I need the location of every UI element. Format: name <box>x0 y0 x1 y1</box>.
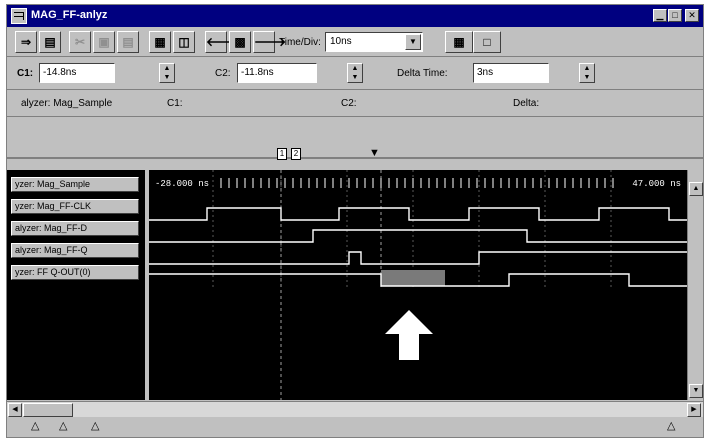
find-button[interactable]: ▩ <box>229 31 251 53</box>
analyzer-info-row: alyzer: Mag_Sample C1: C2: Delta: <box>7 91 703 117</box>
time-div-select[interactable]: 10ns ▼ <box>325 32 423 52</box>
marker-up-icon[interactable]: △ <box>31 420 39 432</box>
zoom-fit-icon: ▦ <box>154 35 166 49</box>
copy-button[interactable]: ▣ <box>93 31 115 53</box>
signal-options-button[interactable]: ▤ <box>39 31 61 53</box>
cut-button[interactable]: ✂ <box>69 31 91 53</box>
info-c1: C1: <box>167 98 183 109</box>
cursor-bar: C1: -14.8ns ▲ ▼ C2: -11.8ns ▲ ▼ Delta Time… <box>7 58 703 90</box>
analyzer-window: MAG_FF-anlyz ▁ □ ✕ ⇒ ▤ ✂ ▣ ▤ ▦ ◫ 🡐 ▩ 🡒 T… <box>6 4 704 438</box>
marker-up-icon[interactable]: △ <box>667 420 675 432</box>
window-view-icon: ◫ <box>178 35 190 49</box>
close-icon: ✕ <box>688 10 696 20</box>
binoculars-icon: ▩ <box>234 35 246 49</box>
waveform-display[interactable]: -28.000 ns 47.000 ns <box>149 170 687 400</box>
maximize-icon: □ <box>672 10 678 20</box>
signal-label[interactable]: yzer: Mag_FF-CLK <box>11 199 139 214</box>
signal-label[interactable]: alyzer: Mag_FF-Q <box>11 243 139 258</box>
window-title: MAG_FF-anlyz <box>31 9 108 21</box>
zoom-out-button[interactable]: □ <box>473 31 501 53</box>
spinner-icon: ▲ ▼ <box>163 65 171 81</box>
minimize-icon: ▁ <box>656 10 664 20</box>
horizontal-scrollbar[interactable]: ◀ ▶ <box>7 401 703 417</box>
paste-icon: ▤ <box>122 35 134 49</box>
signal-label[interactable]: yzer: FF Q-OUT(0) <box>11 265 139 280</box>
marker-track <box>7 157 703 159</box>
vertical-scrollbar[interactable]: ▲ ▼ <box>687 170 703 400</box>
c1-spinner[interactable]: ▲ ▼ <box>159 63 175 83</box>
up-arrow-icon <box>385 310 433 360</box>
sample-ticks <box>220 178 614 188</box>
previous-edge-button[interactable]: 🡐 <box>205 31 238 53</box>
marker-up-icon[interactable]: △ <box>91 420 99 432</box>
window-view-button[interactable]: ◫ <box>173 31 195 53</box>
cut-icon: ✂ <box>74 35 86 49</box>
c2-field[interactable]: -11.8ns <box>237 63 317 83</box>
spinner-icon: ▲ ▼ <box>583 65 591 81</box>
zoom-fit-button[interactable]: ▦ <box>149 31 171 53</box>
close-button[interactable]: ✕ <box>685 9 699 22</box>
copy-icon: ▣ <box>98 35 110 49</box>
time-right-label: 47.000 ns <box>632 179 681 189</box>
c2-spinner[interactable]: ▲ ▼ <box>347 63 363 83</box>
waveform-d <box>149 229 687 243</box>
time-div-label: Time/Div: <box>279 37 321 48</box>
title-bar[interactable]: MAG_FF-anlyz ▁ □ ✕ <box>7 5 703 27</box>
time-marker-bar: △ △ △ △ <box>7 418 703 438</box>
minimize-button[interactable]: ▁ <box>653 9 667 22</box>
analyzer-app-icon <box>11 8 27 24</box>
cursor-c2-marker[interactable]: 2 <box>291 148 301 160</box>
zoom-out-icon: □ <box>483 35 491 49</box>
c2-value: -11.8ns <box>241 67 274 78</box>
waveform-canvas: -28.000 ns 47.000 ns <box>149 170 687 400</box>
add-signal-button[interactable]: ⇒ <box>15 31 37 53</box>
c2-label: C2: <box>215 68 231 79</box>
delta-time-label: Delta Time: <box>397 68 448 79</box>
signal-label[interactable]: yzer: Mag_Sample <box>11 177 139 192</box>
add-signal-icon: ⇒ <box>20 35 32 49</box>
analyzer-name: alyzer: Mag_Sample <box>21 98 113 109</box>
waveform-clk <box>149 207 687 221</box>
time-left-label: -28.000 ns <box>155 179 209 189</box>
zoom-in-button[interactable]: ▦ <box>445 31 473 53</box>
delta-time-value: 3ns <box>477 67 494 78</box>
q-out-highlight <box>381 270 445 286</box>
info-c2: C2: <box>341 98 357 109</box>
trigger-marker-icon[interactable]: ▼ <box>369 147 380 159</box>
scroll-right-icon[interactable]: ▶ <box>687 403 701 417</box>
cursor-c1-marker[interactable]: 1 <box>277 148 287 160</box>
delta-time-spinner[interactable]: ▲ ▼ <box>579 63 595 83</box>
zoom-in-icon: ▦ <box>453 35 465 49</box>
spinner-icon: ▲ ▼ <box>351 65 359 81</box>
toolbar: ⇒ ▤ ✂ ▣ ▤ ▦ ◫ 🡐 ▩ 🡒 Time/Div: 10ns ▼ ▦ □ <box>7 27 703 57</box>
c1-label: C1: <box>17 68 34 79</box>
chevron-down-icon[interactable]: ▼ <box>405 34 421 50</box>
signal-options-icon: ▤ <box>44 35 56 49</box>
c1-value: -14.8ns <box>43 67 77 78</box>
scroll-down-icon[interactable]: ▼ <box>689 384 703 398</box>
signal-label[interactable]: alyzer: Mag_FF-D <box>11 221 139 236</box>
marker-up-icon[interactable]: △ <box>59 420 67 432</box>
maximize-button[interactable]: □ <box>668 9 682 22</box>
c1-field[interactable]: -14.8ns <box>39 63 115 83</box>
delta-time-field[interactable]: 3ns <box>473 63 549 83</box>
signal-name-panel: yzer: Mag_Sample yzer: Mag_FF-CLK alyzer… <box>7 170 145 400</box>
waveform-q <box>149 251 687 265</box>
scroll-up-icon[interactable]: ▲ <box>689 182 703 196</box>
paste-button[interactable]: ▤ <box>117 31 139 53</box>
time-div-value: 10ns <box>330 36 352 47</box>
scroll-thumb[interactable] <box>23 403 73 417</box>
info-delta: Delta: <box>513 98 540 109</box>
next-edge-button[interactable]: 🡒 <box>253 31 286 53</box>
scroll-left-icon[interactable]: ◀ <box>8 403 22 417</box>
cursor-marker-strip[interactable]: 1 2 ▼ <box>7 143 703 165</box>
